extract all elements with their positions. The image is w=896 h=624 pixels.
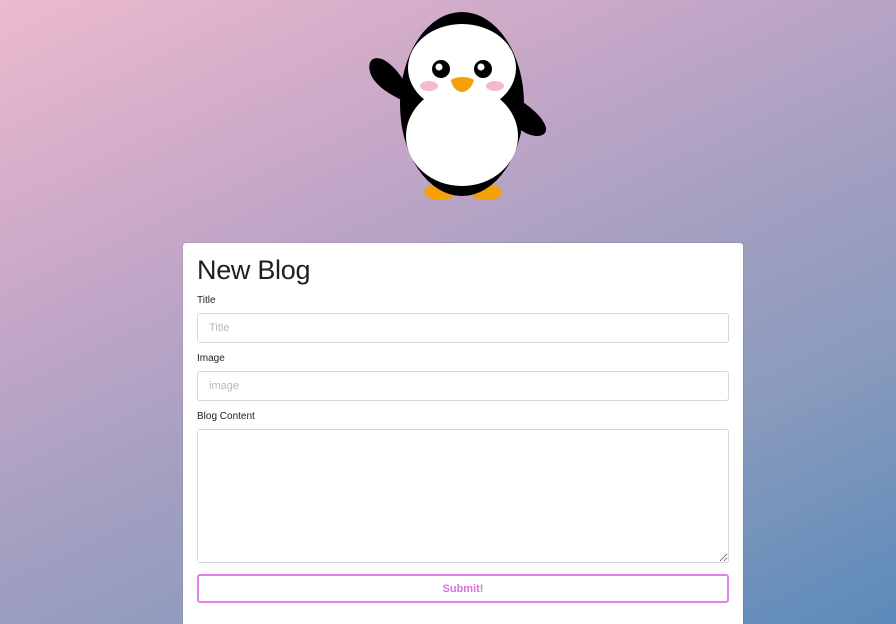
- blog-content-textarea[interactable]: [197, 429, 729, 563]
- image-label: Image: [197, 353, 225, 364]
- title-label: Title: [197, 295, 216, 306]
- penguin-belly: [406, 86, 518, 186]
- blog-content-label: Blog Content: [197, 411, 255, 422]
- form-title: New Blog: [197, 255, 311, 285]
- penguin-mascot: [369, 12, 547, 200]
- image-input[interactable]: [197, 371, 729, 401]
- penguin-right-cheek: [486, 81, 504, 91]
- submit-button[interactable]: Submit!: [197, 574, 729, 603]
- title-input[interactable]: [197, 313, 729, 343]
- penguin-left-cheek: [420, 81, 438, 91]
- new-blog-form: New Blog Title Image Blog Content Submit…: [183, 243, 743, 624]
